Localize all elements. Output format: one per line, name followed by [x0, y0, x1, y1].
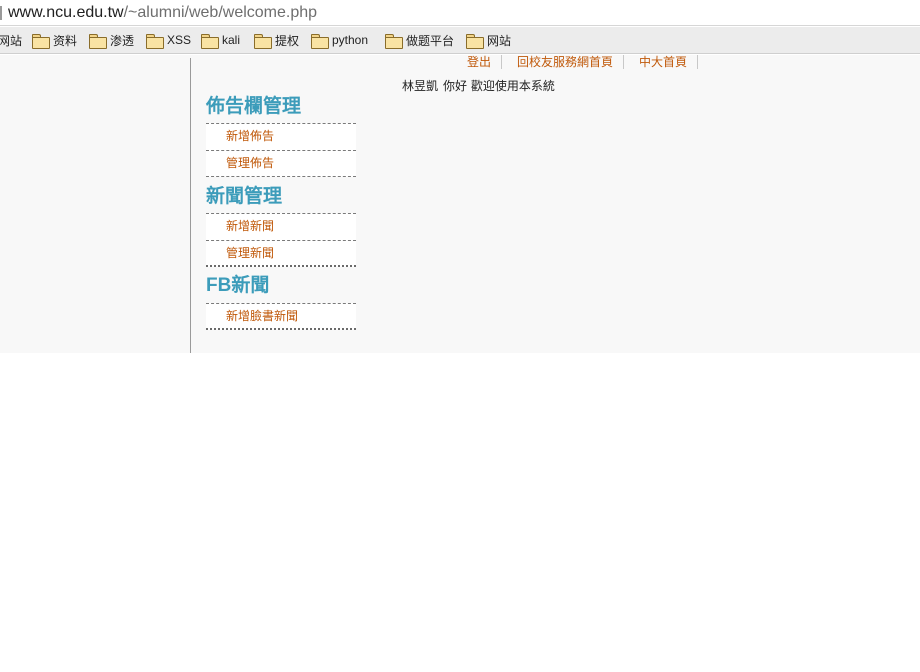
bookmarks-bar: 网站 资料 渗透 XSS kali 提权 python 做题平台 网站 [0, 27, 920, 54]
folder-icon [466, 33, 484, 49]
bookmark-item[interactable]: 做题平台 [385, 31, 454, 49]
sidebar-divider [190, 58, 191, 353]
bookmark-item[interactable]: 网站 [0, 31, 22, 49]
section-title-fb-news: FB新聞 [206, 275, 270, 296]
bookmark-label: 提权 [275, 33, 300, 48]
url-host: www.ncu.edu.tw [8, 4, 124, 21]
bookmark-label: 做题平台 [406, 33, 455, 48]
address-bar-edge [0, 6, 2, 20]
section-title-bulletin: 佈告欄管理 [206, 95, 302, 117]
bookmark-label: 网站 [487, 33, 512, 48]
folder-icon [311, 33, 329, 49]
page-content: 登出 回校友服務網首頁 中大首頁 林昱凱 你好 歡迎使用本系統 佈告欄管理 新增佈… [0, 55, 920, 353]
bookmark-item[interactable]: 资料 [32, 31, 77, 49]
bookmark-item[interactable]: 渗透 [89, 31, 134, 49]
bookmark-item[interactable]: 网站 [466, 31, 511, 49]
folder-icon [146, 33, 164, 49]
menu-item-manage-news[interactable]: 管理新聞 [206, 240, 356, 267]
address-bar[interactable]: www.ncu.edu.tw/~alumni/web/welcome.php [0, 0, 920, 26]
bookmark-label: XSS [167, 33, 192, 47]
alumni-home-link[interactable]: 回校友服務網首頁 [502, 55, 624, 69]
folder-icon [254, 33, 272, 49]
section-title-news: 新聞管理 [206, 185, 283, 207]
menu-item-add-news[interactable]: 新增新聞 [206, 213, 356, 240]
bookmark-label: 渗透 [110, 33, 135, 48]
folder-icon [385, 33, 403, 49]
url-path: /~alumni/web/welcome.php [123, 4, 318, 21]
menu-item-add-fb-news[interactable]: 新增臉書新聞 [206, 303, 356, 330]
bookmark-item[interactable]: kali [201, 31, 240, 49]
admin-menu: 佈告欄管理 新增佈告 管理佈告 新聞管理 新增新聞 管理新聞 FB新聞 新增臉書… [206, 92, 356, 330]
bookmark-item[interactable]: XSS [146, 31, 191, 49]
bookmark-item[interactable]: 提权 [254, 31, 299, 49]
bookmark-label: 资料 [53, 33, 78, 48]
welcome-message: 林昱凱 你好 歡迎使用本系統 [402, 77, 555, 94]
folder-icon [89, 33, 107, 49]
header-links: 登出 回校友服務網首頁 中大首頁 [467, 55, 698, 69]
menu-item-add-bulletin[interactable]: 新增佈告 [206, 123, 356, 150]
folder-icon [201, 33, 219, 49]
folder-icon [32, 33, 50, 49]
bookmark-label: python [332, 33, 369, 47]
bookmark-label: 网站 [0, 33, 23, 48]
url-text[interactable]: www.ncu.edu.tw/~alumni/web/welcome.php [8, 3, 317, 23]
welcome-user-name: 林昱凱 [402, 79, 439, 93]
bookmark-label: kali [222, 33, 241, 47]
welcome-text: 你好 歡迎使用本系統 [443, 79, 555, 93]
logout-link[interactable]: 登出 [467, 55, 502, 69]
bookmark-item[interactable]: python [311, 31, 368, 49]
menu-item-manage-bulletin[interactable]: 管理佈告 [206, 150, 356, 177]
ncu-home-link[interactable]: 中大首頁 [624, 55, 698, 69]
